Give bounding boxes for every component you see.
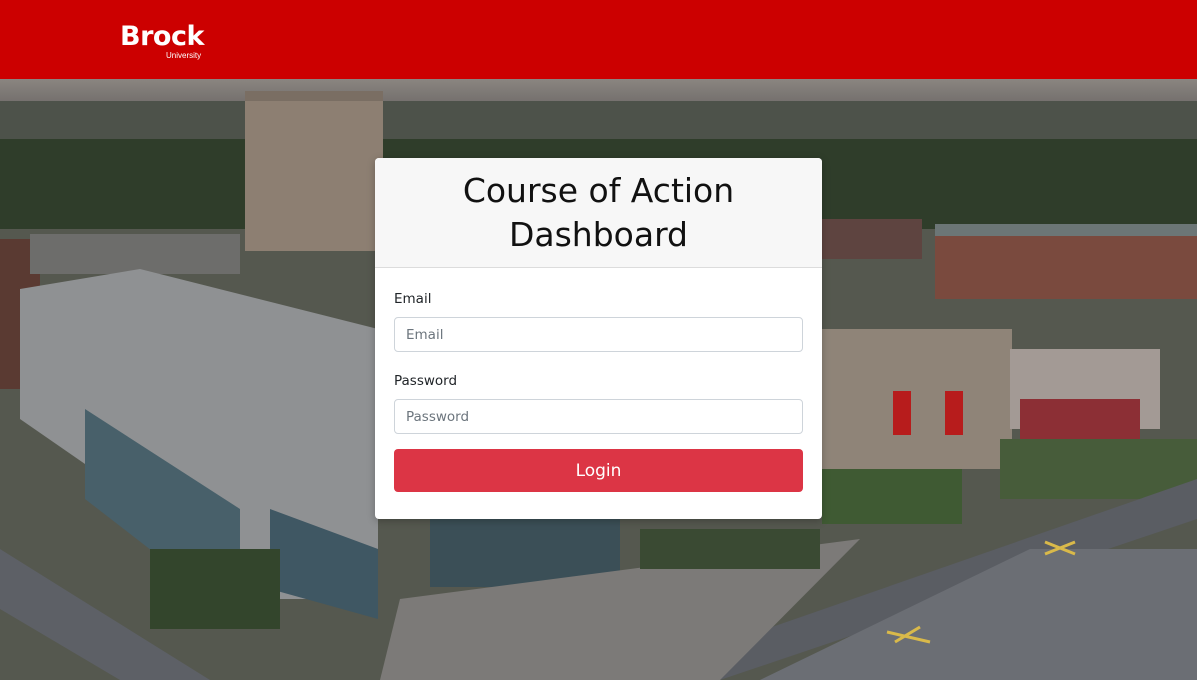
- login-form: Email Password Login: [375, 268, 822, 492]
- logo-wordmark: Brock: [120, 21, 204, 52]
- brock-university-logo[interactable]: Brock University: [120, 20, 230, 64]
- password-field[interactable]: [394, 399, 803, 434]
- email-field[interactable]: [394, 317, 803, 352]
- email-label: Email: [394, 291, 432, 307]
- top-banner: Brock University: [0, 0, 1197, 79]
- login-card: Course of Action Dashboard Email Passwor…: [375, 158, 822, 519]
- field-spacer: [394, 352, 803, 372]
- login-button[interactable]: Login: [394, 449, 803, 492]
- password-label: Password: [394, 373, 458, 389]
- page-title: Course of Action Dashboard: [462, 170, 735, 254]
- card-header: Course of Action Dashboard: [375, 158, 822, 268]
- logo-subtext: University: [166, 51, 202, 60]
